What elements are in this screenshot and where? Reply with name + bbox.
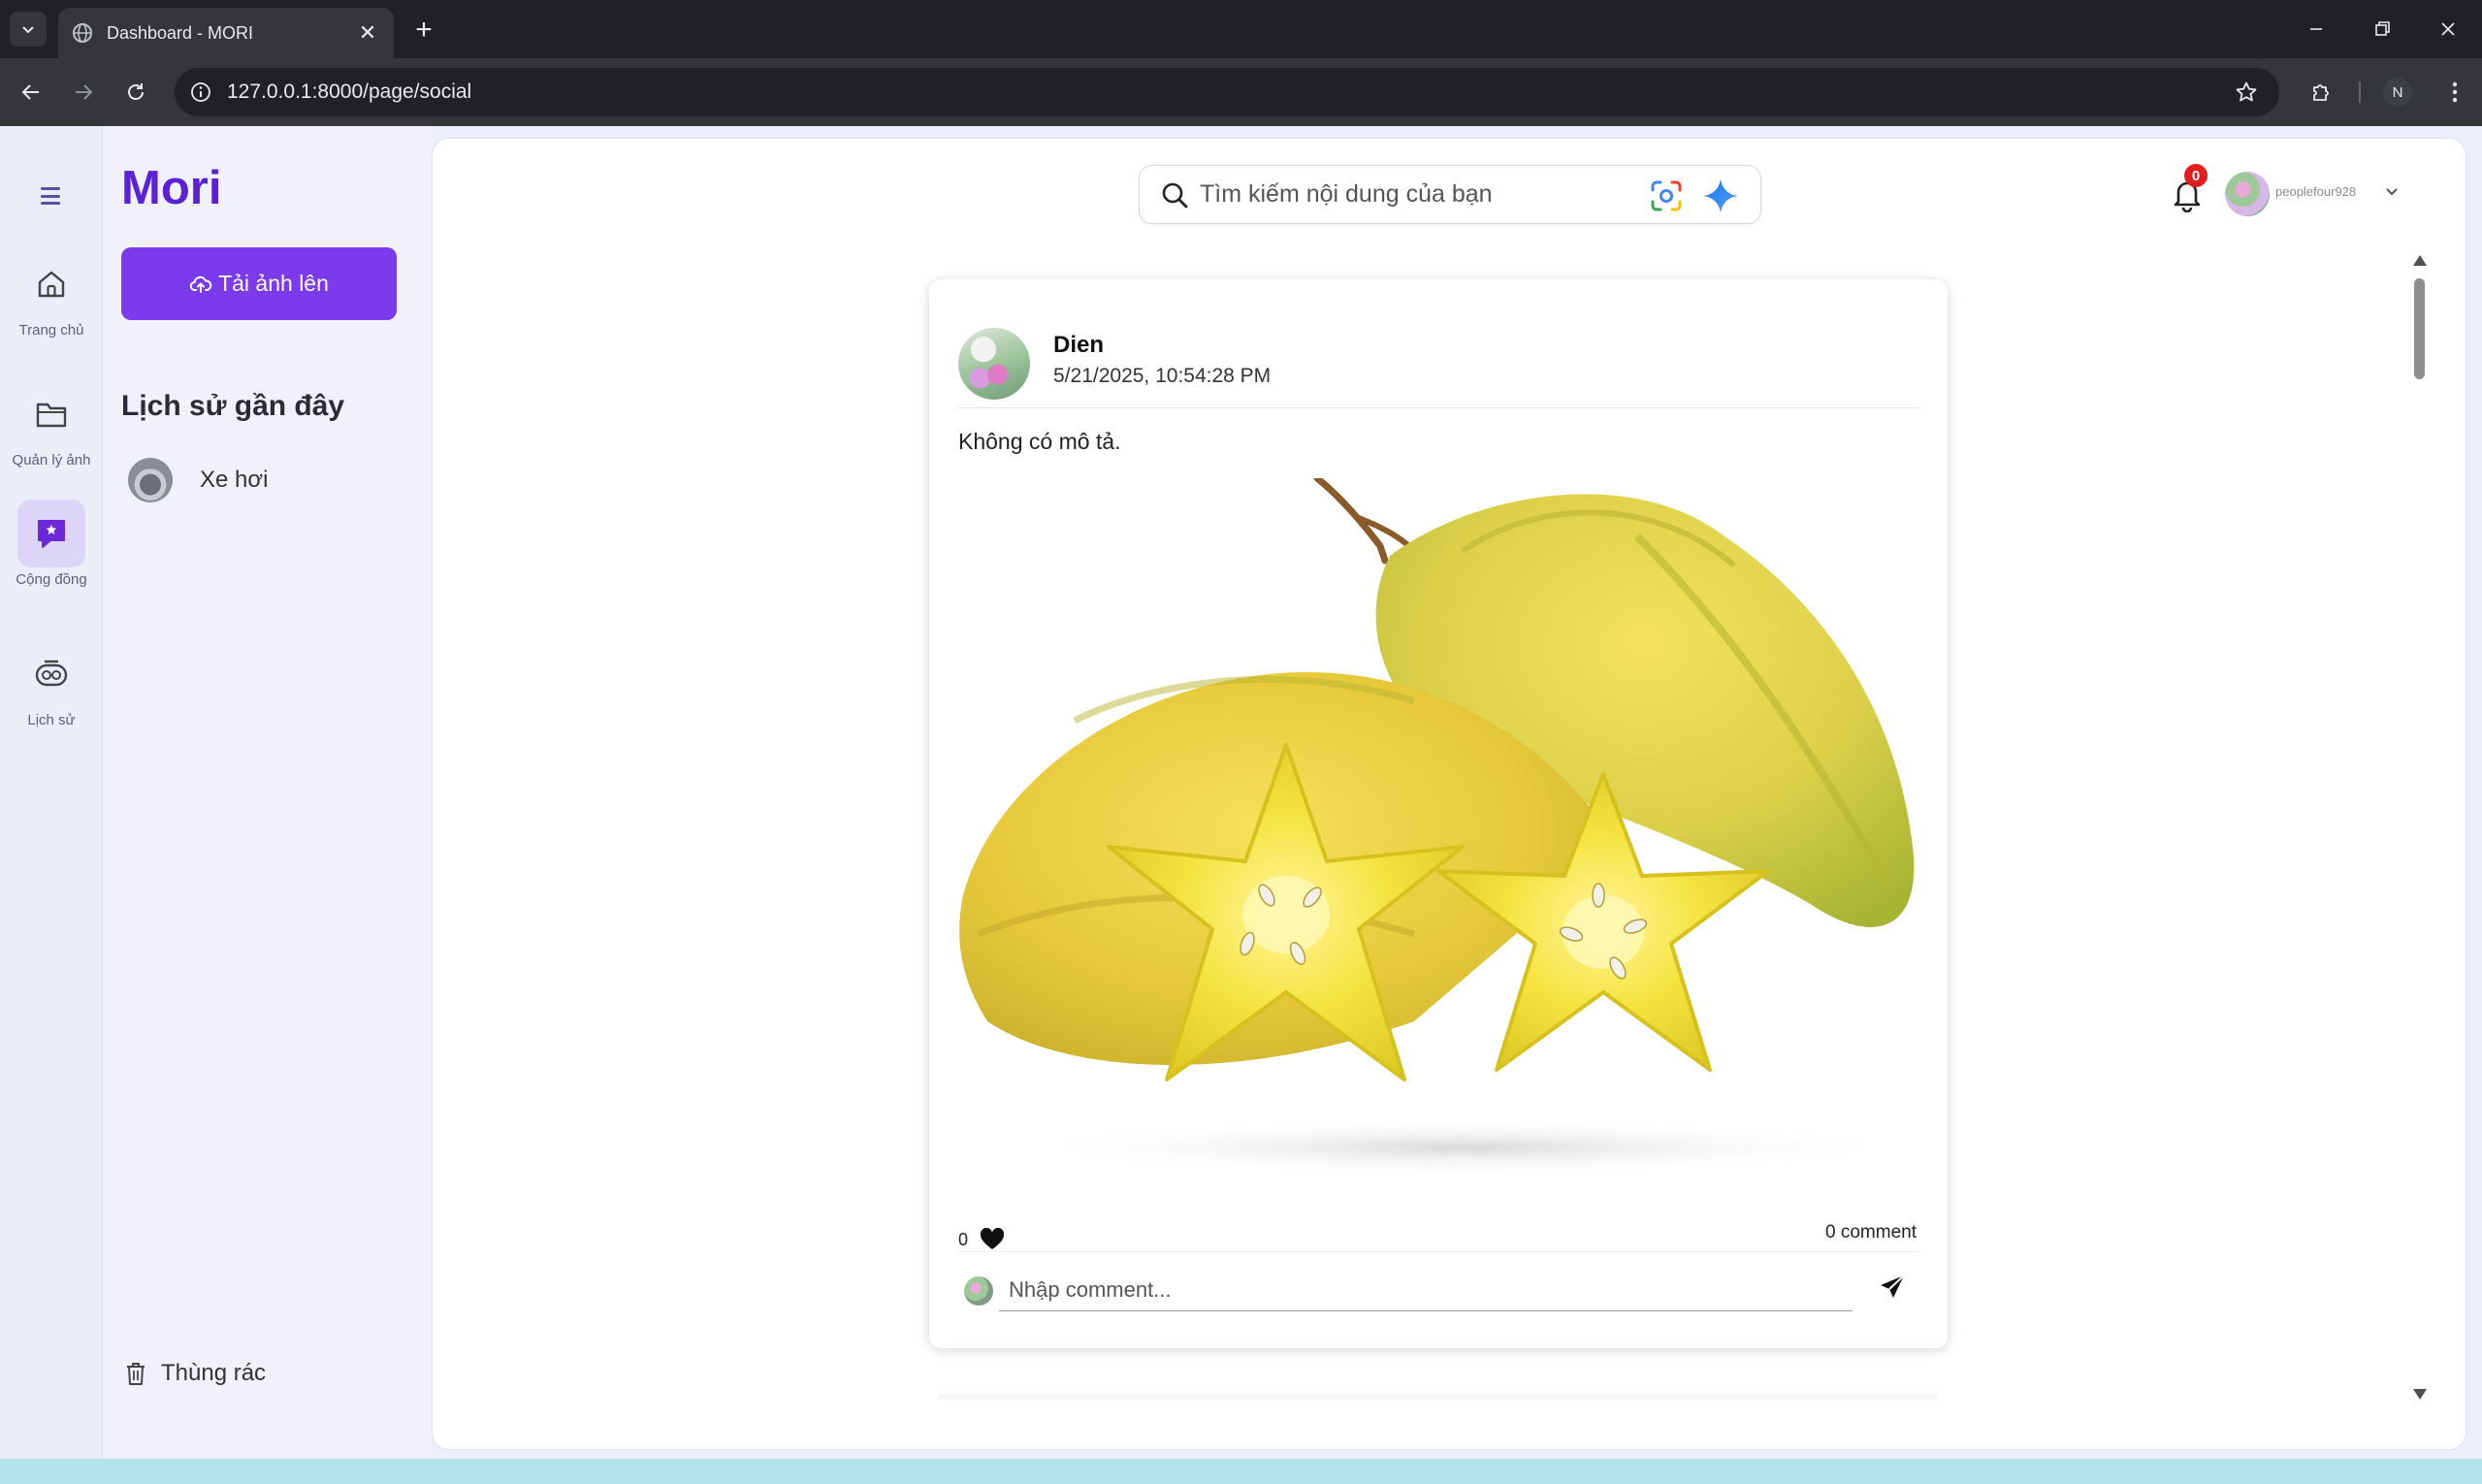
post-author-name[interactable]: Dien bbox=[1053, 332, 1104, 359]
comment-input[interactable] bbox=[999, 1269, 1853, 1311]
username[interactable]: peoplefour928 bbox=[2275, 184, 2356, 199]
commenter-avatar bbox=[964, 1276, 993, 1306]
home-icon bbox=[17, 250, 85, 318]
kebab-menu-icon bbox=[2452, 81, 2458, 103]
back-button[interactable] bbox=[12, 73, 50, 112]
community-icon bbox=[17, 500, 85, 567]
globe-icon bbox=[72, 22, 93, 44]
browser-tab[interactable]: Dashboard - MORI ✕ bbox=[58, 8, 394, 58]
chevron-down-icon[interactable] bbox=[2382, 181, 2401, 201]
history-item[interactable]: Xe hơi bbox=[128, 458, 268, 502]
post-timestamp: 5/21/2025, 10:54:28 PM bbox=[1053, 365, 1272, 387]
rail-item-photo-manager[interactable]: Quản lý ảnh bbox=[0, 380, 103, 468]
send-icon[interactable] bbox=[1878, 1273, 1907, 1302]
rail-item-community[interactable]: Cộng đồng bbox=[0, 500, 103, 588]
recent-history-title: Lịch sử gần đây bbox=[121, 390, 345, 422]
rail-label-history: Lịch sử bbox=[27, 712, 76, 728]
extensions-button[interactable] bbox=[2303, 73, 2341, 112]
main-panel: 0 peoplefour928 Dien 5/21/2025, 10:54:28… bbox=[432, 138, 2466, 1450]
post-divider bbox=[958, 407, 1918, 408]
bookmark-star-icon[interactable] bbox=[2235, 81, 2258, 104]
browser-menu-button[interactable] bbox=[2435, 73, 2474, 112]
trash-link[interactable]: Thùng rác bbox=[124, 1360, 266, 1387]
scroll-down-arrow[interactable] bbox=[2413, 1389, 2427, 1400]
search-icon bbox=[1159, 179, 1190, 210]
tab-search-button[interactable] bbox=[10, 12, 47, 47]
close-icon bbox=[2441, 22, 2455, 36]
arrow-left-icon bbox=[21, 84, 39, 100]
upload-button-label: Tải ảnh lên bbox=[218, 271, 329, 296]
post-image[interactable] bbox=[958, 474, 1918, 1177]
scroll-up-arrow[interactable] bbox=[2413, 255, 2427, 266]
bottom-strip bbox=[0, 1459, 2482, 1484]
puzzle-icon bbox=[2313, 84, 2329, 101]
reload-button[interactable] bbox=[116, 73, 155, 112]
history-thumbnail bbox=[128, 458, 173, 502]
post-divider bbox=[958, 1251, 1918, 1252]
ai-sparkle-icon[interactable] bbox=[1700, 176, 1741, 216]
like-section: 0 bbox=[958, 1228, 1005, 1251]
restore-icon bbox=[2375, 21, 2390, 36]
post-author-avatar[interactable] bbox=[958, 328, 1030, 400]
minimize-icon bbox=[2310, 28, 2322, 30]
next-post-edge bbox=[939, 1395, 1938, 1403]
close-window-button[interactable] bbox=[2421, 10, 2475, 48]
address-bar[interactable]: 127.0.0.1:8000/page/social bbox=[175, 68, 2279, 116]
feed-scrollbar[interactable] bbox=[2410, 255, 2428, 1400]
search-input[interactable] bbox=[1200, 180, 1627, 209]
history-icon bbox=[17, 640, 85, 708]
search-bar bbox=[1139, 165, 1761, 224]
minimize-button[interactable] bbox=[2289, 10, 2343, 48]
brand-logo[interactable]: Mori bbox=[121, 161, 221, 215]
history-item-label: Xe hơi bbox=[200, 467, 269, 493]
rail-label-home: Trang chủ bbox=[18, 322, 84, 339]
close-tab-icon[interactable]: ✕ bbox=[355, 20, 380, 46]
tab-title: Dashboard - MORI bbox=[107, 22, 254, 43]
user-avatar[interactable] bbox=[2225, 172, 2270, 216]
heart-icon[interactable] bbox=[980, 1228, 1005, 1251]
like-count: 0 bbox=[958, 1229, 969, 1249]
rail-item-history[interactable]: Lịch sử bbox=[0, 640, 103, 728]
browser-tab-bar: Dashboard - MORI ✕ + bbox=[0, 0, 2482, 58]
post-card: Dien 5/21/2025, 10:54:28 PM Không có mô … bbox=[929, 279, 1948, 1348]
rail-label-photo-manager: Quản lý ảnh bbox=[12, 452, 91, 468]
notification-badge: 0 bbox=[2184, 164, 2208, 187]
url-text: 127.0.0.1:8000/page/social bbox=[227, 81, 472, 103]
rail-label-community: Cộng đồng bbox=[16, 571, 87, 588]
new-tab-button[interactable]: + bbox=[407, 14, 440, 47]
site-info-icon[interactable] bbox=[190, 81, 211, 103]
arrow-right-icon bbox=[76, 84, 93, 100]
toolbar-divider bbox=[2359, 81, 2361, 103]
browser-toolbar: 127.0.0.1:8000/page/social bbox=[0, 58, 2482, 126]
scroll-thumb[interactable] bbox=[2414, 278, 2425, 379]
image-search-icon[interactable] bbox=[1648, 177, 1685, 214]
reload-icon bbox=[128, 83, 144, 100]
browser-profile-avatar[interactable]: N bbox=[2383, 78, 2412, 107]
comment-count[interactable]: 0 comment bbox=[1825, 1222, 1917, 1243]
forward-button[interactable] bbox=[64, 73, 103, 112]
hamburger-menu-button[interactable] bbox=[37, 184, 64, 208]
cloud-upload-icon bbox=[189, 273, 212, 296]
rail-item-home[interactable]: Trang chủ bbox=[0, 250, 103, 339]
icon-rail: Trang chủ Quản lý ảnh Cộng đồng Lịch sử bbox=[0, 126, 103, 1459]
restore-button[interactable] bbox=[2355, 10, 2409, 48]
trash-icon bbox=[124, 1360, 147, 1387]
post-description: Không có mô tả. bbox=[958, 429, 1121, 454]
upload-button[interactable]: Tải ảnh lên bbox=[121, 247, 397, 320]
sidebar: Mori Tải ảnh lên Lịch sử gần đây Xe hơi … bbox=[103, 126, 433, 1459]
folder-icon bbox=[17, 380, 85, 448]
chevron-down-icon bbox=[22, 26, 34, 34]
trash-label: Thùng rác bbox=[161, 1360, 267, 1386]
